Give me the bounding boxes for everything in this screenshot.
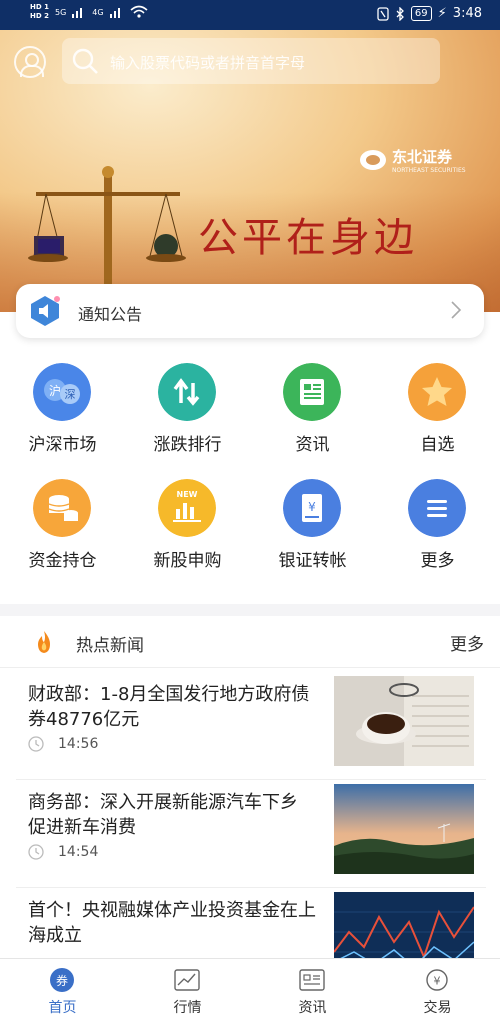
brand-subtitle: NORTHEAST SECURITIES (392, 167, 466, 174)
nav-market[interactable]: 行情 (125, 959, 250, 1020)
menu-item-ranking[interactable]: 涨跌排行 (125, 360, 250, 470)
battery-level: 69 (410, 6, 432, 21)
news-icon (299, 969, 325, 991)
star-icon (408, 363, 466, 421)
wifi-icon (130, 5, 148, 18)
news-item-time: 14:56 (58, 736, 99, 752)
svg-text:¥: ¥ (434, 975, 441, 988)
search-placeholder: 输入股票代码或者拼音首字母 (110, 54, 306, 72)
shanghai-shenzhen-icon: 沪 深 (33, 363, 91, 421)
home-icon: 券 (50, 968, 74, 992)
menu-label-holdings: 资金持仓 (28, 551, 97, 571)
news-item-time: 14:54 (58, 844, 99, 860)
chart-icon (174, 969, 200, 991)
sim2-label: HD 2 (30, 12, 49, 20)
status-left: HD 1 HD 2 5G 4G (30, 3, 148, 21)
nav-home[interactable]: 券 首页 (0, 959, 125, 1020)
nav-news-label: 资讯 (298, 1000, 327, 1016)
flame-icon (38, 631, 50, 653)
nav-trade[interactable]: ¥ 交易 (375, 959, 500, 1020)
nav-trade-label: 交易 (423, 1000, 452, 1016)
section-divider (0, 604, 500, 616)
notice-label: 通知公告 (78, 305, 143, 324)
hot-news-header: 热点新闻 更多 (0, 616, 500, 668)
landscape-thumbnail (334, 784, 474, 874)
status-right: 69 ⚡ 3:48 (377, 6, 482, 21)
menu-label-ipo: 新股申购 (153, 551, 222, 571)
menu-label-market: 沪深市场 (28, 435, 97, 455)
brand-name: 东北证券 (392, 148, 453, 166)
up-down-arrows-icon (158, 363, 216, 421)
nav-home-label: 首页 (48, 1000, 77, 1016)
new-stock-icon: NEW (158, 479, 216, 537)
news-item[interactable]: 商务部：深入开展新能源汽车下乡 促进新车消费 14:54 (16, 780, 486, 888)
svg-text:¥: ¥ (308, 500, 316, 514)
coffee-newspaper-thumbnail (334, 676, 474, 766)
menu-label-more: 更多 (420, 551, 455, 571)
nav-news[interactable]: 资讯 (250, 959, 375, 1020)
chevron-right-icon (451, 301, 462, 319)
promo-banner[interactable]: 输入股票代码或者拼音首字母 东北证券 NORTHEAST SECURITIES … (0, 30, 500, 312)
bottom-navigation: 券 首页 行情 资讯 ¥ 交易 (0, 958, 500, 1020)
signal-4g: 4G (92, 7, 104, 17)
signal-5g: 5G (54, 7, 67, 17)
menu-label-ranking: 涨跌排行 (153, 435, 222, 455)
banner-slogan: 公平在身边 (198, 215, 418, 261)
stock-search-input[interactable]: 输入股票代码或者拼音首字母 (62, 38, 440, 84)
menu-item-holdings[interactable]: 资金持仓 (0, 476, 125, 586)
user-avatar-icon[interactable] (14, 46, 46, 78)
news-item[interactable]: 财政部：1-8月全国发行地方政府债券48776亿元 14:56 (16, 672, 486, 780)
news-item-title: 商务部：深入开展新能源汽车下乡 促进新车消费 (28, 792, 298, 838)
clock-time: 3:48 (452, 6, 482, 21)
signal-bars-icon (72, 8, 83, 18)
menu-item-market[interactable]: 沪 深 沪深市场 (0, 360, 125, 470)
nav-market-label: 行情 (173, 1000, 202, 1016)
brand-logo: 东北证券 NORTHEAST SECURITIES (360, 146, 466, 174)
status-bar: HD 1 HD 2 5G 4G 69 ⚡ 3:48 (0, 0, 500, 30)
menu-item-watchlist[interactable]: 自选 (375, 360, 500, 470)
hot-news-title: 热点新闻 (76, 636, 144, 656)
search-icon (72, 48, 98, 74)
brand-logo-icon (360, 150, 386, 170)
sim1-label: HD 1 (30, 3, 49, 11)
svg-text:深: 深 (65, 388, 76, 401)
notice-bar[interactable]: 通知公告 (16, 284, 484, 338)
nfc-icon (377, 6, 389, 21)
svg-text:券: 券 (56, 973, 68, 988)
menu-label-transfer: 银证转帐 (278, 551, 347, 571)
menu-icon (408, 479, 466, 537)
clock-icon (28, 736, 44, 752)
signal-bars-icon-2 (109, 8, 120, 18)
menu-label-watchlist: 自选 (420, 435, 455, 455)
hot-news-more-link[interactable]: 更多 (450, 630, 484, 655)
menu-item-transfer[interactable]: ¥ 银证转帐 (250, 476, 375, 586)
menu-label-news: 资讯 (295, 435, 330, 455)
yuan-icon: ¥ (426, 969, 448, 991)
speaker-icon (31, 296, 60, 326)
menu-item-news[interactable]: 资讯 (250, 360, 375, 470)
bluetooth-icon (396, 6, 404, 21)
svg-text:NEW: NEW (177, 490, 198, 499)
svg-text:沪: 沪 (49, 384, 61, 398)
charging-icon: ⚡ (437, 6, 447, 21)
coins-icon (33, 479, 91, 537)
news-item-title: 首个！央视融媒体产业投资基金在上海成立 (28, 900, 316, 946)
menu-item-more[interactable]: 更多 (375, 476, 500, 586)
sim-indicator: HD 1 HD 2 (30, 3, 49, 21)
menu-item-ipo[interactable]: NEW 新股申购 (125, 476, 250, 586)
news-item-title: 财政部：1-8月全国发行地方政府债券48776亿元 (28, 684, 310, 730)
newspaper-icon (283, 363, 341, 421)
clock-icon (28, 844, 44, 860)
bank-transfer-icon: ¥ (283, 479, 341, 537)
